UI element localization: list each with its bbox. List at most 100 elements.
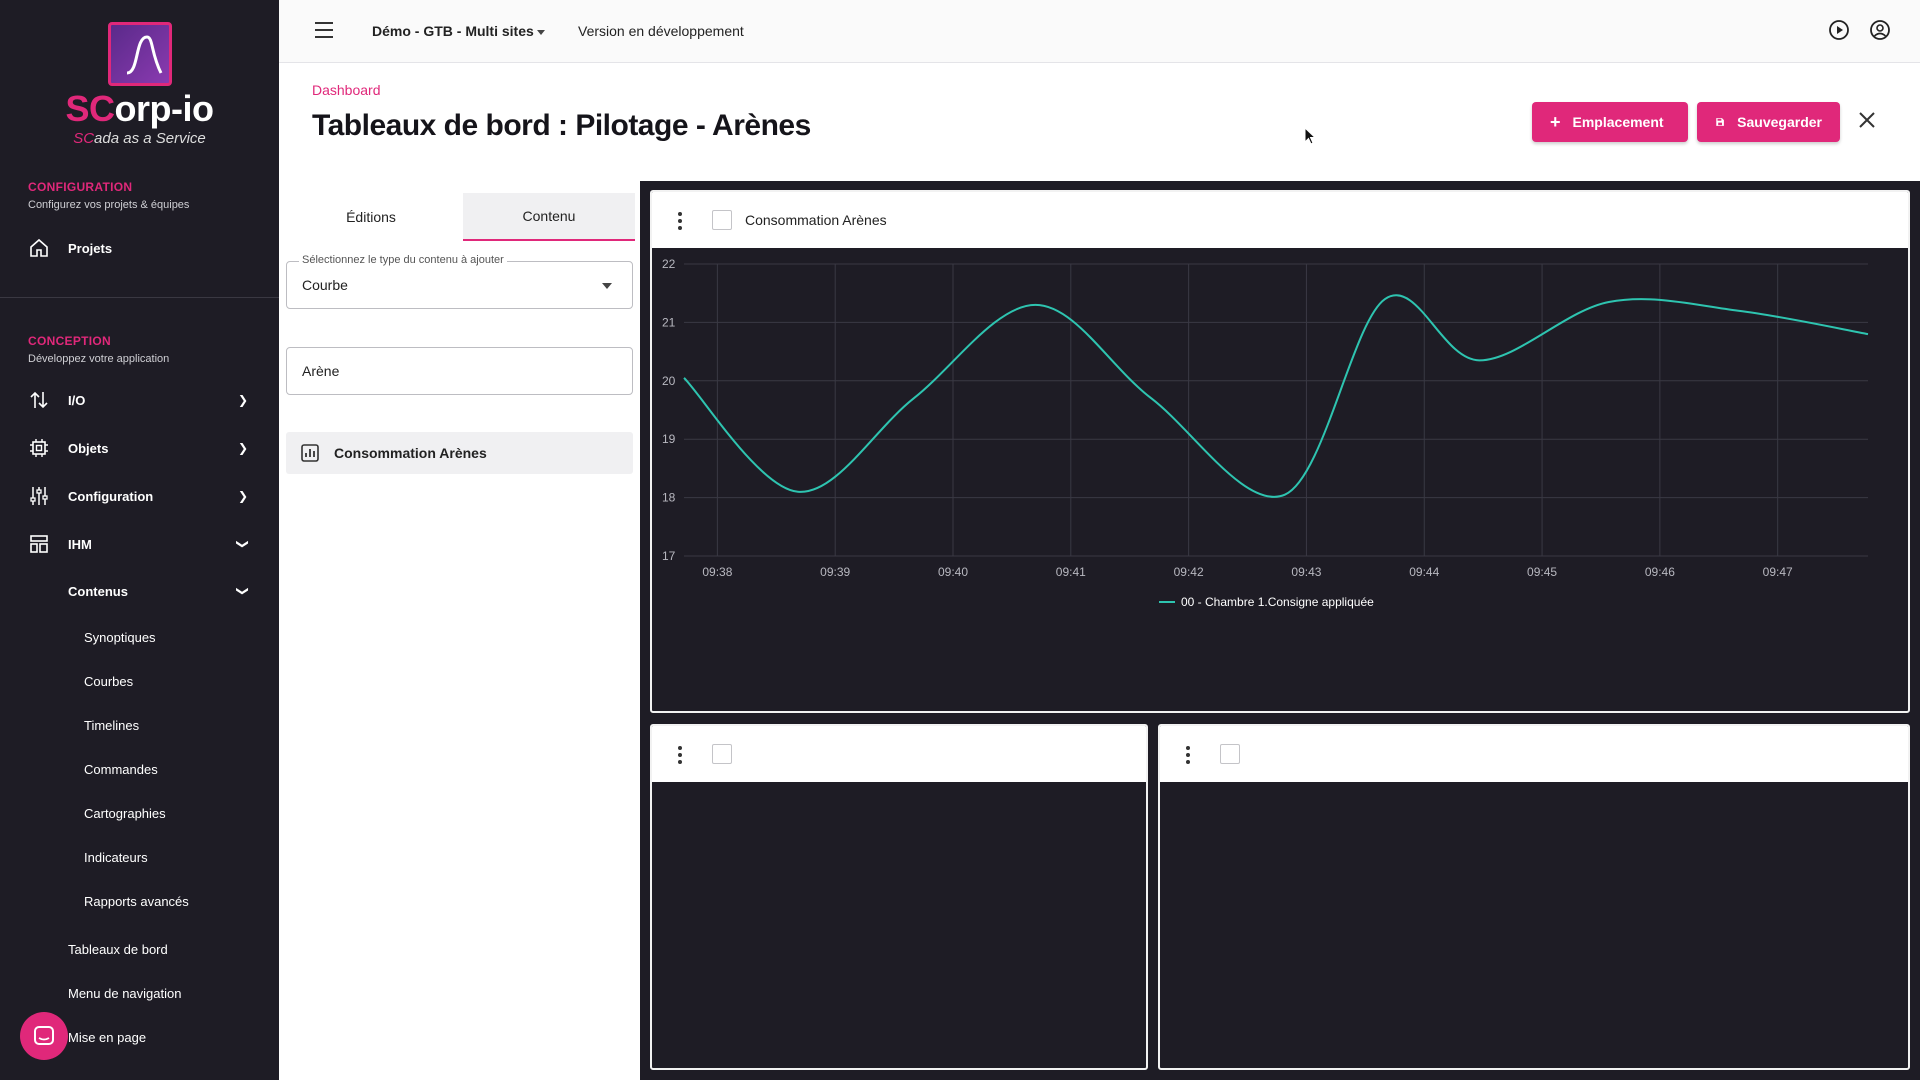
- sidebar-item-menu-navigation[interactable]: Menu de navigation: [68, 978, 181, 1008]
- x-tick-label: 09:44: [1409, 565, 1439, 579]
- save-button[interactable]: Sauvegarder: [1697, 102, 1840, 142]
- sidebar-item-ihm[interactable]: IHM ❯: [0, 524, 279, 564]
- chevron-down-icon: ❯: [236, 538, 251, 550]
- more-vert-icon[interactable]: [678, 746, 682, 767]
- sidebar-subitem-synoptiques[interactable]: Synoptiques: [84, 622, 156, 652]
- sidebar: SCorp-io SCada as a Service CONFIGURATIO…: [0, 0, 279, 1080]
- x-tick-label: 09:40: [938, 565, 968, 579]
- more-vert-icon[interactable]: [678, 212, 682, 233]
- project-selector[interactable]: Démo - GTB - Multi sites: [372, 23, 534, 39]
- sidebar-subitem-cartographies[interactable]: Cartographies: [84, 798, 166, 828]
- line-chart: 22 21 20 19 18 17 09:38 09:39 09:40 09:41 09:42 09:…: [662, 257, 1869, 609]
- sidebar-item-contenus[interactable]: Contenus ❯: [0, 571, 279, 611]
- widget-checkbox[interactable]: [712, 210, 732, 230]
- button-label: Sauvegarder: [1737, 114, 1822, 130]
- chip-icon: [28, 437, 50, 459]
- section-title-conception: CONCEPTION: [28, 334, 112, 348]
- x-tick-label: 09:42: [1174, 565, 1204, 579]
- y-tick-label: 21: [662, 315, 676, 329]
- y-tick-label: 22: [662, 257, 676, 271]
- sidebar-item-objets[interactable]: Objets ❯: [0, 428, 279, 468]
- chevron-right-icon: ❯: [238, 489, 249, 503]
- breadcrumb[interactable]: Dashboard: [312, 82, 381, 98]
- widget-title: Consommation Arènes: [745, 212, 887, 228]
- select-value: Courbe: [302, 277, 348, 293]
- sidebar-item-label: IHM: [68, 536, 92, 552]
- page-title: Tableaux de bord : Pilotage - Arènes: [312, 109, 811, 142]
- sidebar-item-tableaux-de-bord[interactable]: Tableaux de bord: [68, 934, 168, 964]
- sidebar-item-projets[interactable]: Projets: [0, 228, 279, 268]
- widget-header: Consommation Arènes: [652, 192, 1908, 248]
- sidebar-subitem-commandes[interactable]: Commandes: [84, 754, 158, 784]
- button-label: Emplacement: [1572, 114, 1664, 130]
- sidebar-item-label: Objets: [68, 440, 109, 456]
- list-item-label: Consommation Arènes: [334, 445, 487, 461]
- content-type-select[interactable]: Sélectionnez le type du contenu à ajoute…: [286, 254, 633, 309]
- close-icon[interactable]: [1858, 111, 1876, 129]
- sidebar-divider: [0, 297, 279, 298]
- widget-checkbox[interactable]: [1220, 744, 1240, 764]
- chevron-right-icon: ❯: [238, 393, 249, 407]
- y-tick-label: 18: [662, 491, 676, 505]
- caret-down-icon: [602, 283, 612, 289]
- chat-icon: [34, 1026, 54, 1045]
- chat-button[interactable]: [20, 1012, 68, 1060]
- x-tick-label: 09:39: [820, 565, 850, 579]
- plus-icon: +: [1550, 112, 1561, 132]
- more-vert-icon[interactable]: [1186, 746, 1190, 767]
- chevron-right-icon: ❯: [238, 441, 249, 455]
- logo-mark: [108, 22, 172, 86]
- x-tick-label: 09:41: [1056, 565, 1086, 579]
- legend-label: 00 - Chambre 1.Consigne appliquée: [1181, 595, 1374, 609]
- section-title-configuration: CONFIGURATION: [28, 180, 133, 194]
- io-arrows-icon: [28, 389, 50, 411]
- layout-icon: [28, 533, 50, 555]
- y-tick-label: 17: [662, 549, 676, 563]
- search-input[interactable]: Arène: [286, 347, 633, 395]
- x-tick-label: 09:43: [1291, 565, 1321, 579]
- sidebar-item-label: Projets: [68, 240, 113, 256]
- floppy-disk-icon: [1716, 118, 1724, 126]
- widget-empty-2[interactable]: [1158, 724, 1910, 1070]
- y-tick-label: 19: [662, 432, 676, 446]
- sidebar-subitem-courbes[interactable]: Courbes: [84, 666, 133, 696]
- version-label: Version en développement: [578, 23, 744, 39]
- sidebar-item-label: Contenus: [68, 583, 128, 599]
- bar-chart-icon: [301, 444, 319, 462]
- content-panel: [279, 181, 640, 1080]
- play-circle-icon[interactable]: [1828, 19, 1850, 41]
- widget-header: [652, 726, 1146, 782]
- widget-checkbox[interactable]: [712, 744, 732, 764]
- field-label: Sélectionnez le type du contenu à ajoute…: [299, 254, 507, 266]
- sidebar-item-label: I/O: [68, 392, 86, 408]
- series-line: [683, 294, 1869, 498]
- chevron-down-icon: ❯: [236, 585, 251, 597]
- widget-consommation[interactable]: Consommation Arènes 22 21 20 19 18 17 09:38 09:…: [650, 190, 1910, 713]
- sidebar-item-configuration[interactable]: Configuration ❯: [0, 476, 279, 516]
- caret-down-icon[interactable]: [537, 30, 545, 35]
- section-subtitle-configuration: Configurez vos projets & équipes: [28, 199, 190, 211]
- x-tick-label: 09:38: [702, 565, 732, 579]
- logo-tagline: SCada as a Service: [73, 130, 206, 147]
- section-subtitle-conception: Développez votre application: [28, 353, 170, 365]
- tab-contenu[interactable]: Contenu: [463, 193, 635, 241]
- account-circle-icon[interactable]: [1869, 19, 1891, 41]
- input-value: Arène: [302, 363, 340, 379]
- home-icon: [28, 237, 50, 259]
- sliders-icon: [28, 485, 50, 507]
- sidebar-subitem-rapports-avances[interactable]: Rapports avancés: [84, 886, 189, 916]
- sidebar-subitem-indicateurs[interactable]: Indicateurs: [84, 842, 148, 872]
- widget-empty-1[interactable]: [650, 724, 1148, 1070]
- sidebar-item-io[interactable]: I/O ❯: [0, 380, 279, 420]
- y-tick-label: 20: [662, 374, 676, 388]
- add-emplacement-button[interactable]: + Emplacement: [1532, 102, 1688, 142]
- mouse-cursor-icon: [1304, 127, 1317, 145]
- list-item[interactable]: Consommation Arènes: [286, 432, 633, 474]
- sidebar-item-mise-en-page[interactable]: Mise en page: [68, 1022, 146, 1052]
- menu-toggle-icon[interactable]: [315, 22, 333, 38]
- x-tick-label: 09:47: [1763, 565, 1793, 579]
- topbar: Démo - GTB - Multi sites Version en déve…: [279, 0, 1920, 63]
- widget-header: [1160, 726, 1908, 782]
- sidebar-subitem-timelines[interactable]: Timelines: [84, 710, 139, 740]
- tab-editions[interactable]: Éditions: [279, 193, 463, 241]
